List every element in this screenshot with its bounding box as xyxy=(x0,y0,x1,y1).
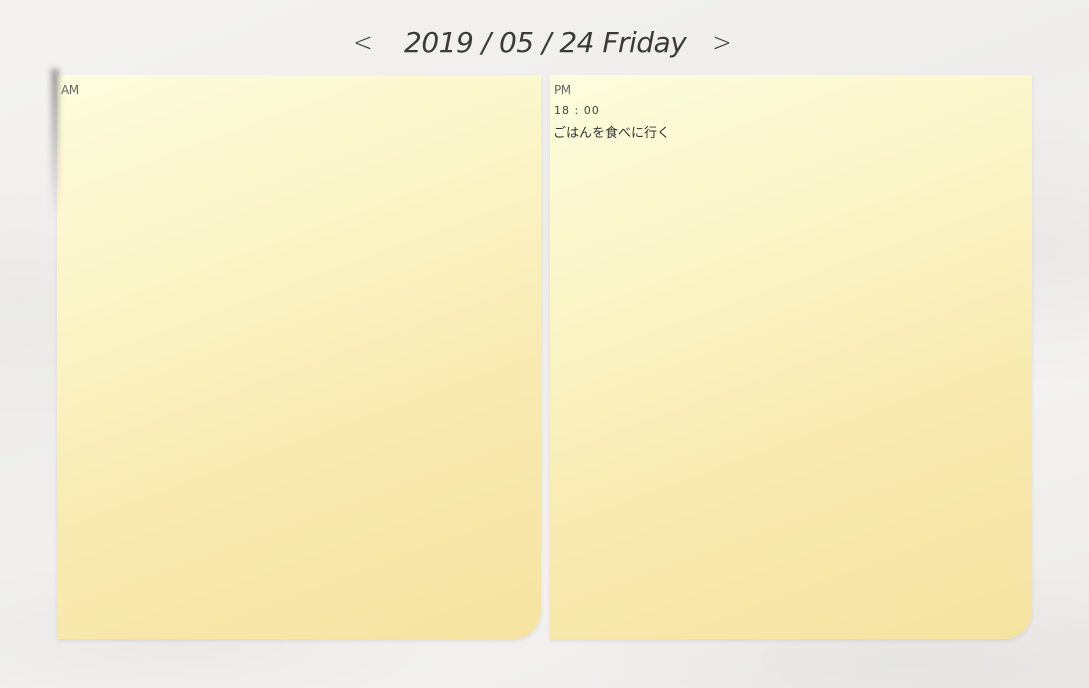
am-label: AM xyxy=(61,83,79,97)
current-date-title: 2019 / 05 / 24 Friday xyxy=(404,26,687,59)
entry-time: 18 : 00 xyxy=(554,104,600,117)
date-navigation: < 2019 / 05 / 24 Friday > xyxy=(0,22,1089,66)
pm-label: PM xyxy=(554,83,571,97)
prev-day-button[interactable]: < xyxy=(353,28,373,58)
pm-note-panel[interactable]: PM 18 : 00 ごはんを食べに行く xyxy=(550,75,1032,639)
am-note-panel[interactable]: AM xyxy=(57,75,541,639)
entry-text[interactable]: ごはんを食べに行く xyxy=(553,122,670,141)
next-day-button[interactable]: > xyxy=(712,28,732,58)
